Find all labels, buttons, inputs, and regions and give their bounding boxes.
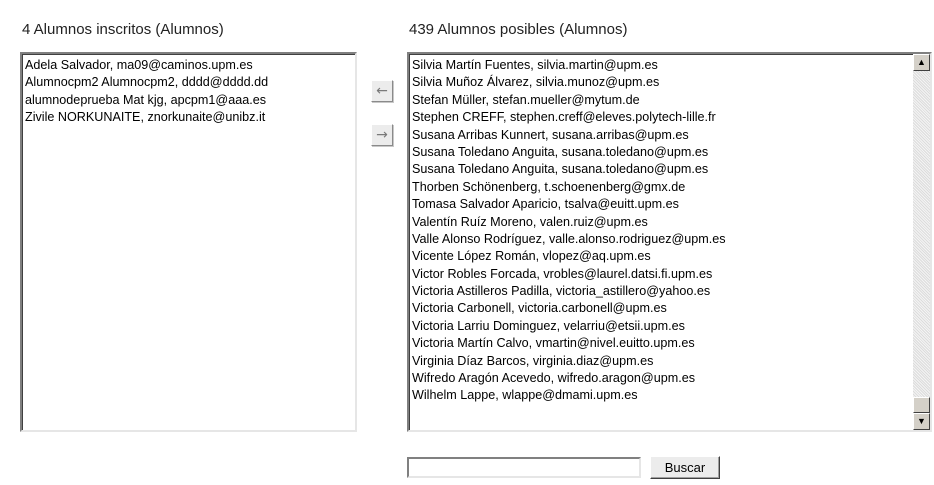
scroll-up-button[interactable]: ▲ bbox=[913, 54, 930, 71]
triangle-up-icon: ▲ bbox=[917, 57, 926, 67]
list-item[interactable]: Victoria Martín Calvo, vmartin@nivel.eui… bbox=[412, 335, 908, 352]
potential-students-list[interactable]: Silvia Martín Fuentes, silvia.martin@upm… bbox=[407, 52, 932, 432]
candidates-scrollbar[interactable]: ▲ ▼ bbox=[913, 54, 930, 430]
list-item[interactable]: Tomasa Salvador Aparicio, tsalva@euitt.u… bbox=[412, 196, 908, 213]
list-item[interactable]: Vicente López Román, vlopez@aq.upm.es bbox=[412, 248, 908, 265]
list-item[interactable]: Silvia Muñoz Álvarez, silvia.munoz@upm.e… bbox=[412, 74, 908, 91]
enrolled-students-list[interactable]: Adela Salvador, ma09@caminos.upm.es Alumn… bbox=[20, 52, 357, 432]
arrow-right-icon: → bbox=[376, 127, 388, 143]
list-item[interactable]: Virginia Díaz Barcos, virginia.diaz@upm.… bbox=[412, 353, 908, 370]
search-button[interactable]: Buscar bbox=[650, 456, 720, 479]
list-item[interactable]: Wifredo Aragón Acevedo, wifredo.aragon@u… bbox=[412, 370, 908, 387]
list-item[interactable]: Valle Alonso Rodríguez, valle.alonso.rod… bbox=[412, 231, 908, 248]
scrollbar-thumb[interactable] bbox=[913, 397, 930, 413]
list-item[interactable]: Alumnocpm2 Alumnocpm2, dddd@dddd.dd bbox=[25, 74, 352, 91]
list-item[interactable]: Victoria Larriu Dominguez, velarriu@etsi… bbox=[412, 318, 908, 335]
list-item[interactable]: Valentín Ruíz Moreno, valen.ruiz@upm.es bbox=[412, 214, 908, 231]
list-item[interactable]: Victor Robles Forcada, vrobles@laurel.da… bbox=[412, 266, 908, 283]
add-student-button[interactable]: ← bbox=[371, 80, 393, 102]
list-item[interactable]: Victoria Astilleros Padilla, victoria_as… bbox=[412, 283, 908, 300]
potential-students-heading: 439 Alumnos posibles (Alumnos) bbox=[409, 21, 628, 38]
list-item[interactable]: Adela Salvador, ma09@caminos.upm.es bbox=[25, 57, 352, 74]
remove-student-button[interactable]: → bbox=[371, 124, 393, 146]
list-item[interactable]: Victoria Carbonell, victoria.carbonell@u… bbox=[412, 300, 908, 317]
list-item[interactable]: Zivile NORKUNAITE, znorkunaite@unibz.it bbox=[25, 109, 352, 126]
list-item[interactable]: Stephen CREFF, stephen.creff@eleves.poly… bbox=[412, 109, 908, 126]
scroll-down-button[interactable]: ▼ bbox=[913, 413, 930, 430]
triangle-down-icon: ▼ bbox=[917, 416, 926, 426]
enrolled-students-heading: 4 Alumnos inscritos (Alumnos) bbox=[22, 21, 224, 38]
list-item[interactable]: Silvia Martín Fuentes, silvia.martin@upm… bbox=[412, 57, 908, 74]
search-input[interactable] bbox=[407, 457, 641, 478]
enrolled-students-items: Adela Salvador, ma09@caminos.upm.es Alumn… bbox=[25, 57, 352, 127]
list-item[interactable]: Susana Toledano Anguita, susana.toledano… bbox=[412, 161, 908, 178]
list-item[interactable]: Wilhelm Lappe, wlappe@dmami.upm.es bbox=[412, 387, 908, 404]
list-item[interactable]: Thorben Schönenberg, t.schoenenberg@gmx.… bbox=[412, 179, 908, 196]
list-item[interactable]: alumnodeprueba Mat kjg, apcpm1@aaa.es bbox=[25, 92, 352, 109]
list-item[interactable]: Susana Arribas Kunnert, susana.arribas@u… bbox=[412, 127, 908, 144]
arrow-left-icon: ← bbox=[376, 83, 388, 99]
list-item[interactable]: Susana Toledano Anguita, susana.toledano… bbox=[412, 144, 908, 161]
potential-students-items: Silvia Martín Fuentes, silvia.martin@upm… bbox=[412, 57, 908, 405]
list-item[interactable]: Stefan Müller, stefan.mueller@mytum.de bbox=[412, 92, 908, 109]
